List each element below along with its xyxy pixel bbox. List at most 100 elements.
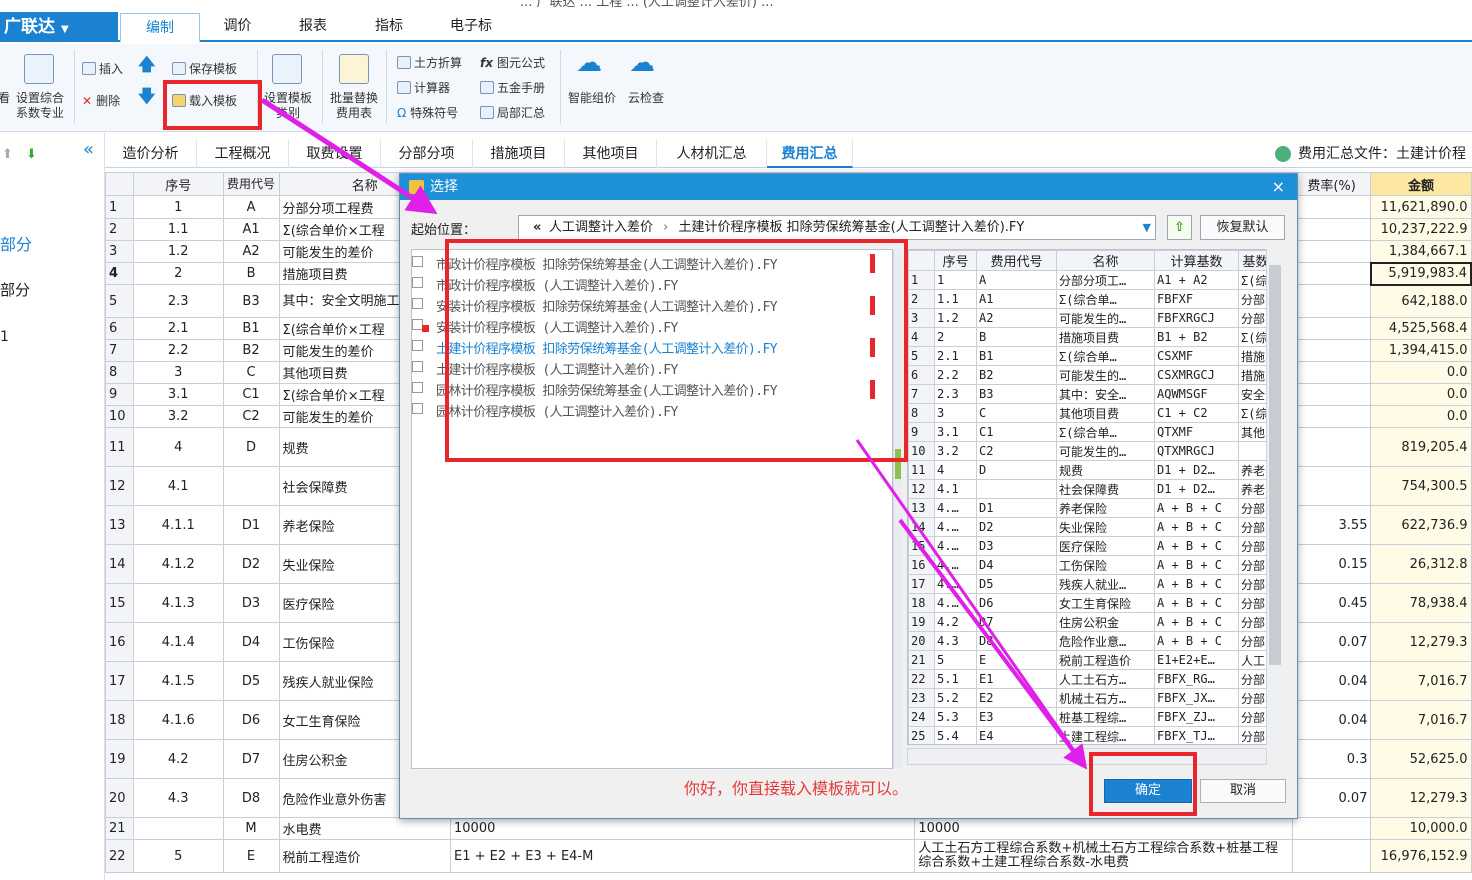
preview-row[interactable]: 16 4.… D4 工伤保险 A + B + C 分部 (908, 555, 1273, 575)
table-cell[interactable]: 2.1 (132, 317, 224, 340)
preview-row[interactable]: 24 5.3 E3 桩基工程综… FBFX_ZJ… 分部 (908, 707, 1273, 727)
file-checkbox[interactable] (412, 382, 423, 393)
table-cell[interactable]: 4.1.5 (132, 661, 224, 701)
table-cell[interactable]: 18 (105, 700, 134, 740)
table-cell[interactable]: 16,976,152.9 (1370, 839, 1472, 873)
table-cell[interactable]: 2.2 (132, 339, 224, 362)
table-cell[interactable]: 0.04 (1291, 700, 1372, 740)
table-cell[interactable]: 13 (105, 505, 134, 545)
menu-adjust-price[interactable]: 调价 (200, 12, 275, 42)
tab-measures[interactable]: 措施项目 (473, 140, 565, 168)
table-cell[interactable]: C (222, 361, 280, 384)
table-cell[interactable]: 10000 (914, 817, 1293, 840)
file-checkbox[interactable] (412, 277, 423, 288)
up-folder-icon[interactable]: ⇧ (1167, 215, 1192, 240)
tab-cost-analysis[interactable]: 造价分析 (105, 140, 197, 168)
table-cell[interactable]: 税前工程造价 (278, 839, 452, 873)
insert-button[interactable]: 插入 (82, 62, 123, 77)
table-cell[interactable]: 19 (105, 739, 134, 779)
table-cell[interactable]: 3 (132, 361, 224, 384)
file-checkbox[interactable] (412, 256, 423, 267)
table-cell[interactable]: 819,205.4 (1370, 427, 1472, 467)
table-cell[interactable]: 2.3 (132, 284, 224, 318)
table-cell[interactable]: 5,919,983.4 (1369, 261, 1472, 286)
table-cell[interactable]: 11,621,890.0 (1370, 195, 1472, 219)
preview-row[interactable]: 15 4.… D3 医疗保险 A + B + C 分部 (908, 536, 1273, 556)
menu-index[interactable]: 指标 (351, 12, 427, 42)
table-cell[interactable]: 0.15 (1291, 544, 1372, 584)
menu-edit[interactable]: 编制 (120, 13, 200, 43)
hardware-manual-button[interactable]: 五金手册 (480, 81, 545, 96)
preview-row[interactable]: 1 1 A 分部分项工… A1 + A2 Σ(综 (908, 270, 1273, 290)
preview-row[interactable]: 9 3.1 C1 Σ(综合单… QTXMF 其他 (908, 422, 1273, 442)
preview-row[interactable]: 22 5.1 E1 人工土石方… FBFX_RG… 分部 (908, 669, 1273, 689)
menu-report[interactable]: 报表 (275, 12, 351, 42)
table-cell[interactable]: 12,279.3 (1370, 778, 1472, 818)
preview-row[interactable]: 11 4 D 规费 D1 + D2… 养老 (908, 460, 1273, 480)
formula-button[interactable]: fx 图元公式 (480, 56, 545, 71)
preview-row[interactable]: 20 4.3 D8 危险作业意… A + B + C 分部 (908, 631, 1273, 651)
file-checkbox[interactable] (412, 340, 423, 351)
delete-button[interactable]: ✕ 删除 (82, 94, 120, 109)
table-cell[interactable]: 4.1.2 (132, 544, 224, 584)
earthwork-button[interactable]: 土方折算 (397, 56, 462, 71)
preview-row[interactable]: 2 1.1 A1 Σ(综合单… FBFXF 分部 (908, 289, 1273, 309)
tree-node-2[interactable]: 部分 (0, 279, 30, 300)
cloud-check-button[interactable]: 云检查 (628, 91, 664, 106)
table-cell[interactable]: 642,188.0 (1370, 284, 1472, 318)
table-cell[interactable]: 11 (105, 427, 134, 467)
calculator-button[interactable]: 计算器 (397, 81, 450, 96)
table-cell[interactable]: B2 (222, 339, 280, 362)
table-cell[interactable]: D5 (222, 661, 280, 701)
table-cell[interactable]: 4.1.1 (132, 505, 224, 545)
tab-subitems[interactable]: 分部分项 (381, 140, 473, 168)
table-cell[interactable]: 10 (105, 405, 134, 428)
table-cell[interactable]: 0.3 (1291, 739, 1372, 779)
table-cell[interactable]: 0.45 (1291, 583, 1372, 623)
table-cell[interactable]: 0.04 (1291, 661, 1372, 701)
table-cell[interactable]: 8 (105, 361, 134, 384)
table-cell[interactable]: D3 (222, 583, 280, 623)
smart-price-button[interactable]: 智能组价 (568, 91, 616, 106)
batch-replace-button[interactable]: 批量替换 费用表 (330, 91, 378, 121)
table-cell[interactable]: 5 (105, 284, 134, 318)
table-cell[interactable]: 4.1.3 (132, 583, 224, 623)
set-coefficient-button[interactable]: 设置综合 系数专业 (16, 91, 64, 121)
table-cell[interactable] (1291, 427, 1372, 467)
preview-row[interactable]: 3 1.2 A2 可能发生的… FBFXRGCJ 分部 (908, 308, 1273, 328)
tree-node-3[interactable]: 1 (0, 329, 9, 345)
table-cell[interactable] (222, 466, 280, 506)
table-cell[interactable]: A2 (222, 240, 280, 263)
table-cell[interactable]: 1 (132, 195, 224, 219)
set-template-category-button[interactable]: 设置模板 类别 (264, 91, 312, 121)
table-cell[interactable]: 1.2 (132, 240, 224, 263)
preview-row[interactable]: 13 4.… D1 养老保险 A + B + C 分部 (908, 498, 1273, 518)
arrow-down-icon[interactable]: ⬇ (26, 147, 37, 162)
table-cell[interactable]: 0.0 (1370, 361, 1472, 384)
table-cell[interactable] (1291, 361, 1372, 384)
table-cell[interactable]: D4 (222, 622, 280, 662)
preview-row[interactable]: 6 2.2 B2 可能发生的… CSXMRGCJ 措施 (908, 365, 1273, 385)
preview-row[interactable]: 25 5.4 E4 土建工程综… FBFX_TJ… 分部 (908, 726, 1273, 744)
table-cell[interactable] (132, 817, 224, 840)
preview-row[interactable]: 7 2.3 B3 其中：安全… AQWMSGF 安全 (908, 384, 1273, 404)
table-cell[interactable]: D8 (222, 778, 280, 818)
table-cell[interactable]: 1,384,667.1 (1370, 240, 1472, 263)
table-cell[interactable]: 15 (105, 583, 134, 623)
table-cell[interactable] (1291, 466, 1372, 506)
table-cell[interactable]: 4.1.6 (132, 700, 224, 740)
chevron-down-icon[interactable]: ▼ (1143, 216, 1151, 239)
table-cell[interactable]: 7,016.7 (1370, 700, 1472, 740)
table-cell[interactable]: 3.1 (132, 383, 224, 406)
table-cell[interactable]: E1 + E2 + E3 + E4-M (450, 839, 916, 873)
table-cell[interactable]: 3 (105, 240, 134, 263)
table-cell[interactable]: 22 (105, 839, 134, 873)
table-cell[interactable]: 7 (105, 339, 134, 362)
tree-node-1[interactable]: 部分 (0, 231, 32, 255)
table-cell[interactable]: 9 (105, 383, 134, 406)
table-cell[interactable]: 4 (105, 262, 134, 285)
table-cell[interactable]: D6 (222, 700, 280, 740)
preview-vertical-scrollbar[interactable] (1266, 249, 1283, 745)
table-cell[interactable]: 26,312.8 (1370, 544, 1472, 584)
table-cell[interactable]: 1 (105, 195, 134, 219)
